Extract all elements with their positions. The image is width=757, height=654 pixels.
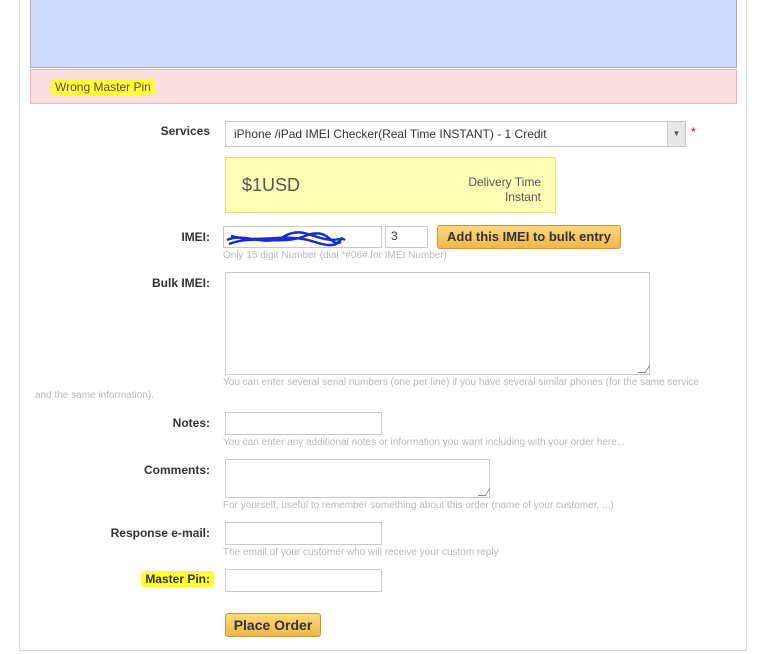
services-label: Services (160, 124, 210, 138)
master-pin-label: Master Pin: (120, 571, 214, 587)
bulk-hint-line1: You can enter several serial numbers (on… (223, 377, 699, 388)
info-box (30, 0, 737, 68)
bulk-hint-line2: and the same information). (35, 390, 154, 401)
response-email-hint: The email of your customer who will rece… (223, 547, 499, 558)
master-pin-label-text: Master Pin: (141, 571, 214, 587)
imei-hint: Only 15 digit Number (dial *#06# for IME… (223, 250, 447, 261)
price-amount: $1USD (242, 175, 301, 195)
error-message: Wrong Master Pin (51, 79, 155, 95)
comments-textarea[interactable] (225, 459, 491, 498)
response-email-input[interactable] (225, 522, 382, 545)
resize-handle-icon[interactable] (477, 488, 491, 496)
delivery-label: Delivery Time (468, 175, 541, 189)
master-pin-input[interactable] (225, 569, 382, 592)
comments-hint: For yourself, useful to remember somethi… (223, 500, 614, 511)
resize-handle-icon[interactable] (637, 365, 651, 373)
place-order-button[interactable]: Place Order (225, 613, 321, 637)
notes-label: Notes: (172, 416, 210, 430)
add-imei-button[interactable]: Add this IMEI to bulk entry (437, 225, 621, 249)
imei-check-digit-input[interactable]: 3 (385, 226, 428, 248)
imei-input[interactable] (223, 226, 382, 248)
comments-label: Comments: (143, 463, 210, 477)
services-selected-value: iPhone /iPad IMEI Checker(Real Time INST… (234, 127, 547, 141)
chevron-down-icon[interactable]: ▼ (667, 122, 685, 146)
notes-input[interactable] (225, 412, 382, 435)
bulk-imei-label: Bulk IMEI: (151, 276, 210, 290)
price-box: $1USD Delivery Time Instant (225, 157, 556, 213)
services-select[interactable]: iPhone /iPad IMEI Checker(Real Time INST… (225, 121, 686, 147)
imei-label: IMEI: (181, 230, 210, 244)
delivery-value: Instant (504, 190, 541, 204)
delivery-info: Delivery Time Instant (468, 175, 541, 205)
response-email-label: Response e-mail: (110, 526, 210, 540)
redaction-scribble-icon (226, 231, 346, 247)
bulk-imei-textarea[interactable] (225, 272, 651, 375)
error-alert: Wrong Master Pin (30, 69, 737, 104)
required-mark: * (691, 125, 696, 139)
notes-hint: You can enter any additional notes or in… (223, 437, 626, 448)
